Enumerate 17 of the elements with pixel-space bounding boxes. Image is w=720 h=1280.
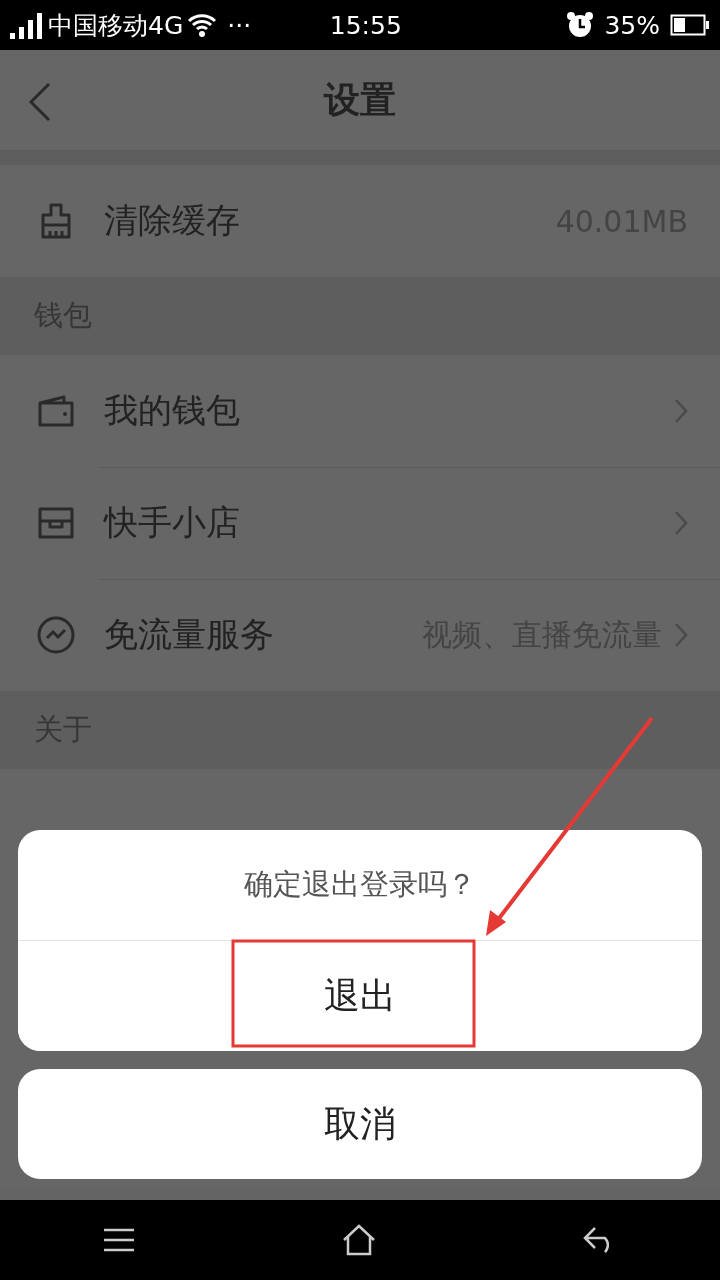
signal-icon [10,11,44,39]
row-label: 快手小店 [104,501,241,544]
row-label: 免流量服务 [104,613,275,656]
clock-time: 15:55 [329,10,402,40]
trend-circle-icon [36,615,76,655]
battery-icon [670,14,710,36]
row-label: 我的钱包 [104,389,241,432]
wifi-icon [187,12,218,38]
cancel-button[interactable]: 取消 [18,1069,702,1179]
row-label: 清除缓存 [104,199,241,242]
more-indicator: ··· [227,10,252,40]
menu-icon[interactable] [103,1228,136,1252]
carrier-name: 中国移动4G [48,9,184,42]
page-title: 设置 [324,77,396,122]
battery-percent: 35% [604,10,660,40]
alarm-icon [566,11,595,39]
home-icon[interactable] [342,1224,376,1256]
